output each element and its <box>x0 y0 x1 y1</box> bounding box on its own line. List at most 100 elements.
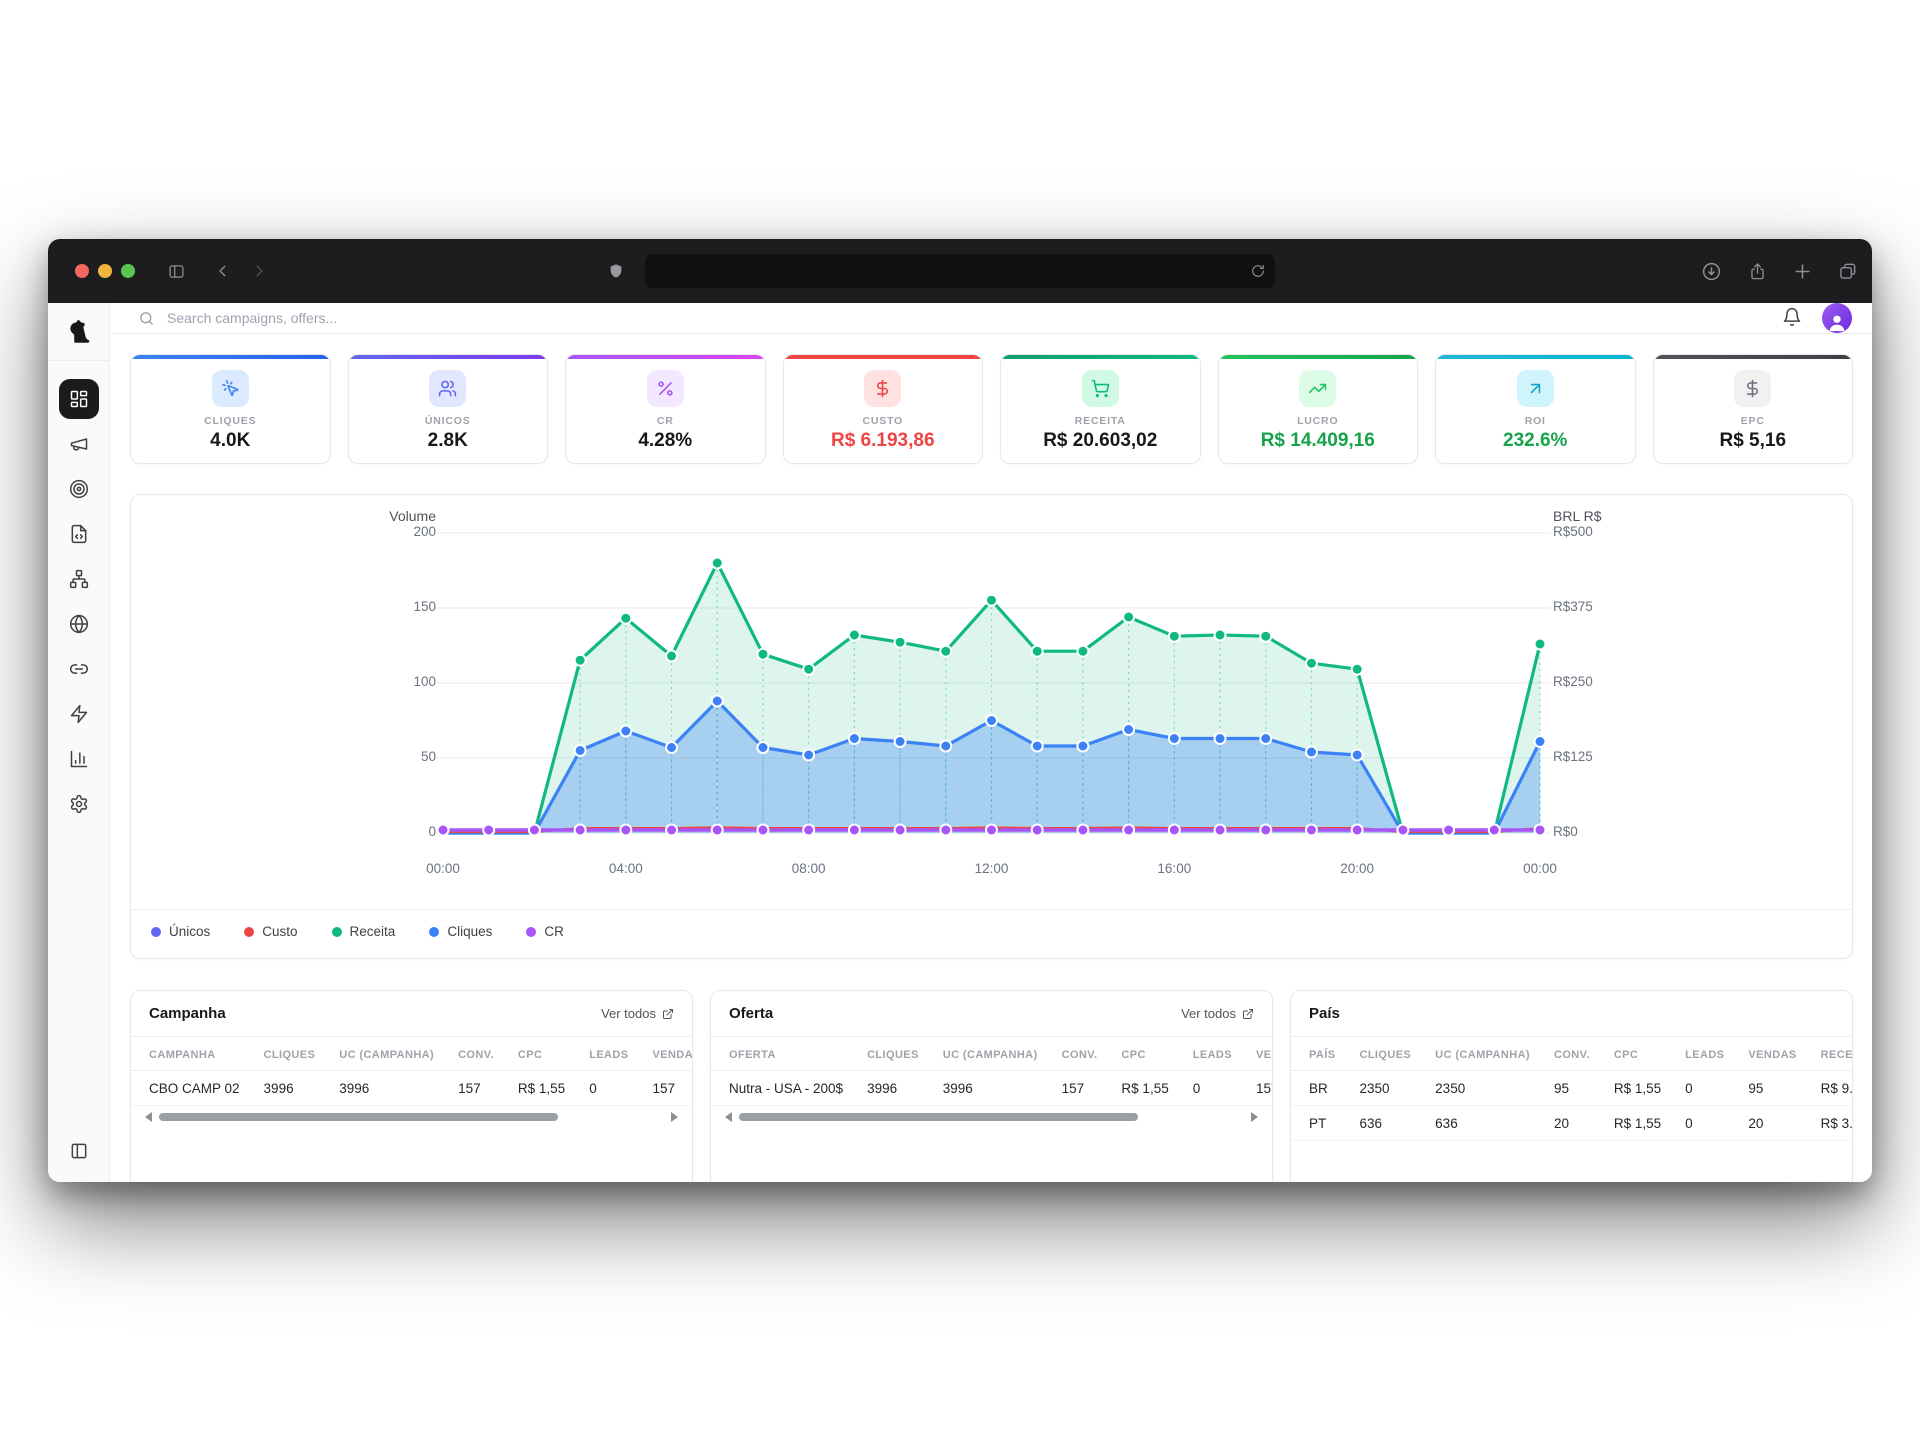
scroll-right-icon[interactable] <box>1251 1112 1258 1122</box>
main-area: CLIQUES4.0KÚNICOS2.8KCR4.28%CUSTOR$ 6.19… <box>110 303 1872 1182</box>
ver-todos-label: Ver todos <box>601 1006 656 1021</box>
cell: 2350 <box>1435 1071 1554 1106</box>
reload-icon[interactable] <box>1251 264 1265 278</box>
cell: 95 <box>1748 1071 1820 1106</box>
left-axis-tick: 150 <box>346 599 436 614</box>
kpi-accent-bar <box>1654 355 1853 359</box>
avatar[interactable] <box>1822 303 1852 333</box>
tab-overview-icon[interactable] <box>1838 261 1858 281</box>
sidebar-item-network[interactable] <box>59 559 99 599</box>
right-axis-title: BRL R$ <box>1553 508 1602 524</box>
chart-legend: Únicos Custo Receita Cliques CR <box>131 909 1852 939</box>
legend-item-cr[interactable]: CR <box>526 924 564 939</box>
url-field[interactable] <box>645 254 1275 288</box>
sidebar-item-target[interactable] <box>59 469 99 509</box>
column-header: OFERTA <box>711 1037 867 1071</box>
kpi-accent-bar <box>1436 355 1635 359</box>
dog-logo-icon[interactable] <box>48 303 109 361</box>
kpi-accent-bar <box>349 355 548 359</box>
scroll-right-icon[interactable] <box>671 1112 678 1122</box>
kpi-value: R$ 6.193,86 <box>784 430 983 452</box>
x-axis-tick: 16:00 <box>1139 861 1209 876</box>
cell: Nutra - USA - 200$ <box>711 1071 867 1106</box>
scrollbar-track[interactable] <box>739 1113 1244 1121</box>
sidebar-item-bar-chart[interactable] <box>59 739 99 779</box>
legend-dot <box>526 927 536 937</box>
sidebar-item-zap[interactable] <box>59 694 99 734</box>
column-header: CAMPANHA <box>131 1037 264 1071</box>
legend-label: Cliques <box>447 924 492 939</box>
scrollbar-track[interactable] <box>159 1113 664 1121</box>
sidebar-item-globe[interactable] <box>59 604 99 644</box>
kpi-card-cliques: CLIQUES4.0K <box>130 354 331 464</box>
cart-icon <box>1091 379 1110 398</box>
kpi-card-custo: CUSTO R$ 6.193,86 <box>783 354 984 464</box>
sidebar-item-megaphone[interactable] <box>59 424 99 464</box>
bell-icon[interactable] <box>1782 307 1802 330</box>
legend-item-cliques[interactable]: Cliques <box>429 924 492 939</box>
kpi-icon-chip <box>429 370 466 407</box>
downloads-icon[interactable] <box>1701 261 1722 282</box>
arrow-up-right-icon <box>1526 379 1545 398</box>
settings-icon <box>69 794 89 814</box>
kpi-icon-chip <box>212 370 249 407</box>
column-header: PAÍS <box>1291 1037 1359 1071</box>
kpi-icon-chip <box>1734 370 1771 407</box>
kpi-label: ÚNICOS <box>349 415 548 427</box>
cell: R$ 1,55 <box>518 1071 589 1106</box>
scrollbar-thumb[interactable] <box>159 1113 558 1121</box>
cell: R$ 1,55 <box>1614 1071 1685 1106</box>
ver-todos-link[interactable]: Ver todos <box>1181 1006 1254 1021</box>
kpi-label: CUSTO <box>784 415 983 427</box>
left-axis-tick: 50 <box>346 749 436 764</box>
zoom-button[interactable] <box>121 264 135 278</box>
table-card-oferta: OfertaVer todosOFERTACLIQUESUC (CAMPANHA… <box>710 990 1273 1182</box>
kpi-icon-chip <box>1082 370 1119 407</box>
legend-item-receita[interactable]: Receita <box>332 924 396 939</box>
table-row[interactable]: Nutra - USA - 200$39963996157R$ 1,550157 <box>711 1071 1272 1106</box>
kpi-card-unicos: ÚNICOS 2.8K <box>348 354 549 464</box>
legend-label: Únicos <box>169 924 210 939</box>
back-icon[interactable] <box>216 261 230 281</box>
sidebar-item-file-code[interactable] <box>59 514 99 554</box>
panel-left-icon[interactable] <box>62 1134 96 1168</box>
table-row[interactable]: CBO CAMP 0239963996157R$ 1,550157R <box>131 1071 692 1106</box>
cell: 3996 <box>867 1071 943 1106</box>
scroll-left-icon[interactable] <box>145 1112 152 1122</box>
right-axis-tick: R$500 <box>1553 524 1593 539</box>
table-title: Campanha <box>149 1005 226 1022</box>
close-button[interactable] <box>75 264 89 278</box>
sidebar-item-dashboard-grid[interactable] <box>59 379 99 419</box>
cell: CBO CAMP 02 <box>131 1071 264 1106</box>
horizontal-scrollbar[interactable] <box>725 1111 1258 1123</box>
globe-icon <box>69 614 89 634</box>
cell: 636 <box>1359 1106 1435 1141</box>
kpi-label: CLIQUES <box>131 415 330 427</box>
app-sidebar <box>48 303 110 1182</box>
table-row[interactable]: BR2350235095R$ 1,55095R$ 9.288,09 <box>1291 1071 1852 1106</box>
bar-chart-icon <box>69 749 89 769</box>
sidebar-item-link[interactable] <box>59 649 99 689</box>
column-header: LEADS <box>1193 1037 1256 1071</box>
sidebar-item-settings[interactable] <box>59 784 99 824</box>
x-axis-tick: 20:00 <box>1322 861 1392 876</box>
scrollbar-thumb[interactable] <box>739 1113 1138 1121</box>
x-axis-tick: 00:00 <box>408 861 478 876</box>
kpi-icon-chip <box>864 370 901 407</box>
scroll-left-icon[interactable] <box>725 1112 732 1122</box>
legend-item-custo[interactable]: Custo <box>244 924 297 939</box>
sidebar-toggle-icon[interactable] <box>167 263 186 280</box>
new-tab-icon[interactable] <box>1793 262 1812 281</box>
file-code-icon <box>69 524 89 544</box>
forward-icon[interactable] <box>252 261 266 281</box>
legend-item-unicos[interactable]: Únicos <box>151 924 210 939</box>
table-row[interactable]: PT63663620R$ 1,55020R$ 3.484,10 <box>1291 1106 1852 1141</box>
ver-todos-link[interactable]: Ver todos <box>601 1006 674 1021</box>
share-icon[interactable] <box>1748 261 1767 282</box>
horizontal-scrollbar[interactable] <box>145 1111 678 1123</box>
kpi-value: 2.8K <box>349 430 548 452</box>
minimize-button[interactable] <box>98 264 112 278</box>
chart-plot <box>131 495 1856 960</box>
column-header: CONV. <box>458 1037 518 1071</box>
search-input[interactable] <box>165 309 589 327</box>
